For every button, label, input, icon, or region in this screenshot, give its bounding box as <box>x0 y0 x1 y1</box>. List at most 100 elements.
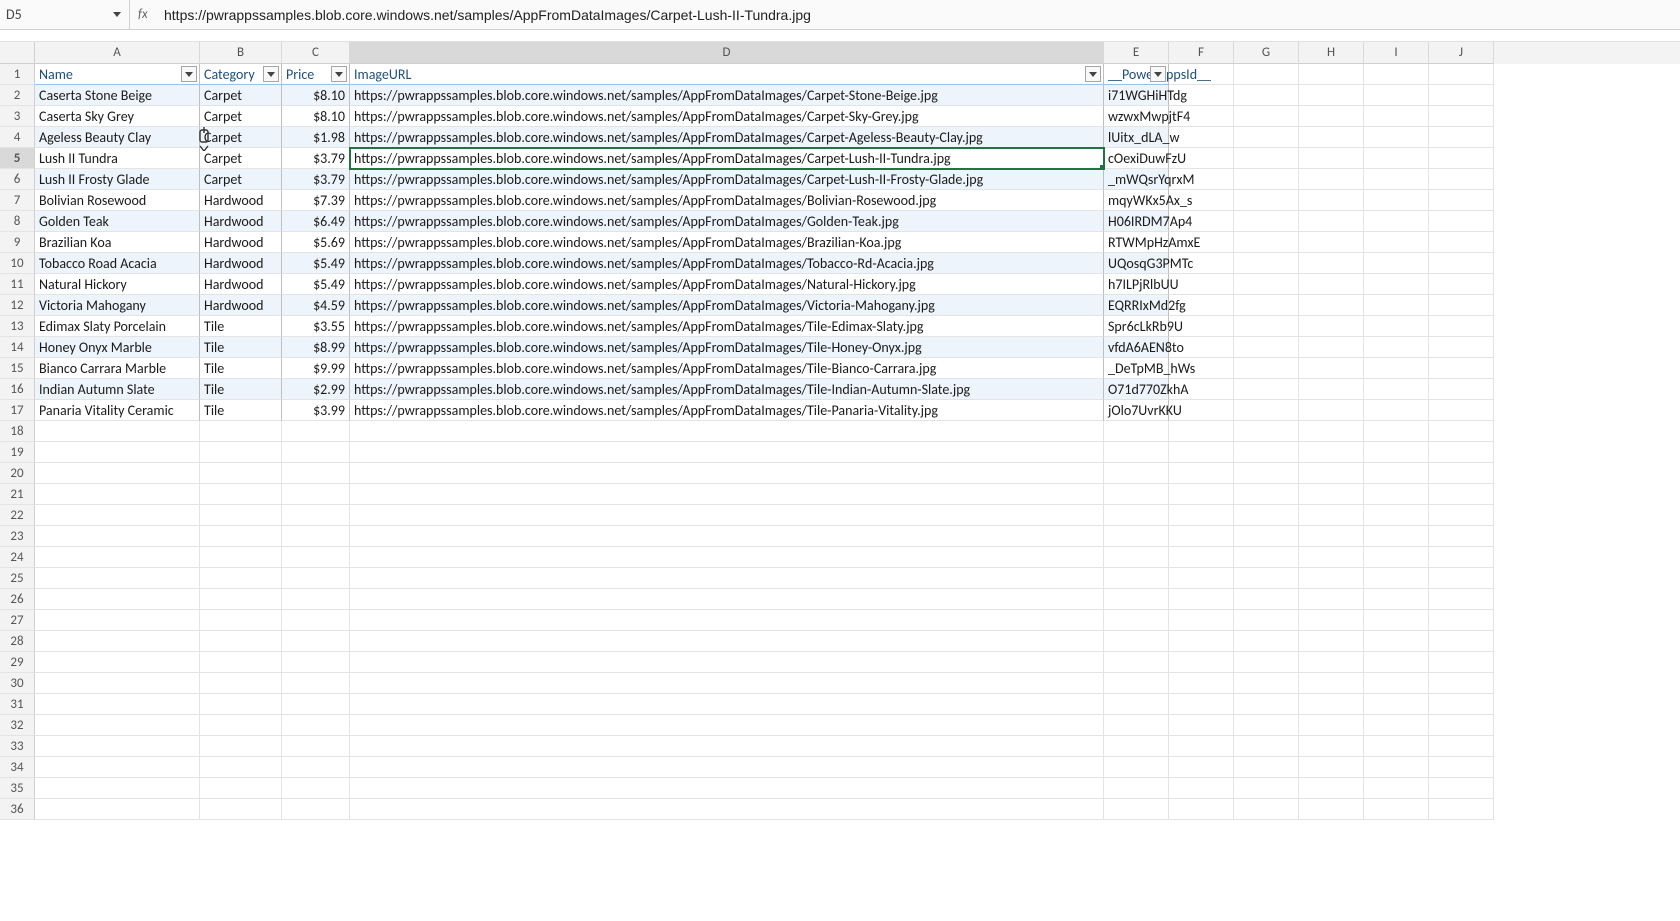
cell-C5[interactable]: $3.79 <box>282 148 350 169</box>
cell-A18[interactable] <box>35 421 200 442</box>
cell-D4[interactable]: https://pwrappssamples.blob.core.windows… <box>350 127 1104 148</box>
cell-C8[interactable]: $6.49 <box>282 211 350 232</box>
cell-D27[interactable] <box>350 610 1104 631</box>
cell-B9[interactable]: Hardwood <box>200 232 282 253</box>
cell-C14[interactable]: $8.99 <box>282 337 350 358</box>
cell-F23[interactable] <box>1169 526 1234 547</box>
row-header[interactable]: 17 <box>0 400 35 421</box>
column-header-B[interactable]: B <box>200 42 282 64</box>
column-header-A[interactable]: A <box>35 42 200 64</box>
cell-A3[interactable]: Caserta Sky Grey <box>35 106 200 127</box>
cell-E17[interactable]: jOlo7UvrKKU <box>1104 400 1169 421</box>
cell-G27[interactable] <box>1234 610 1299 631</box>
cell-D36[interactable] <box>350 799 1104 820</box>
cell-G12[interactable] <box>1234 295 1299 316</box>
cell-D34[interactable] <box>350 757 1104 778</box>
cell-I14[interactable] <box>1364 337 1429 358</box>
cell-A5[interactable]: Lush II Tundra <box>35 148 200 169</box>
cell-J22[interactable] <box>1429 505 1494 526</box>
cell-G17[interactable] <box>1234 400 1299 421</box>
cell-A12[interactable]: Victoria Mahogany <box>35 295 200 316</box>
cell-F29[interactable] <box>1169 652 1234 673</box>
cell-C7[interactable]: $7.39 <box>282 190 350 211</box>
cell-I32[interactable] <box>1364 715 1429 736</box>
row-header[interactable]: 6 <box>0 169 35 190</box>
cell-H27[interactable] <box>1299 610 1364 631</box>
cell-E10[interactable]: UQosqG3PMTc <box>1104 253 1169 274</box>
cell-A28[interactable] <box>35 631 200 652</box>
row-header[interactable]: 20 <box>0 463 35 484</box>
cell-J16[interactable] <box>1429 379 1494 400</box>
cell-C23[interactable] <box>282 526 350 547</box>
cell-D25[interactable] <box>350 568 1104 589</box>
cell-G9[interactable] <box>1234 232 1299 253</box>
cell-I20[interactable] <box>1364 463 1429 484</box>
cell-E22[interactable] <box>1104 505 1169 526</box>
header-powerappsid[interactable]: __PowerAppsId__ <box>1104 64 1169 85</box>
cell-C16[interactable]: $2.99 <box>282 379 350 400</box>
cell-J33[interactable] <box>1429 736 1494 757</box>
cell-E25[interactable] <box>1104 568 1169 589</box>
cell-A20[interactable] <box>35 463 200 484</box>
cell-A8[interactable]: Golden Teak <box>35 211 200 232</box>
cell-E28[interactable] <box>1104 631 1169 652</box>
cell-G13[interactable] <box>1234 316 1299 337</box>
cell-H28[interactable] <box>1299 631 1364 652</box>
cell-I30[interactable] <box>1364 673 1429 694</box>
cell-A14[interactable]: Honey Onyx Marble <box>35 337 200 358</box>
filter-button-powerappsid[interactable] <box>1150 66 1166 82</box>
cell-H23[interactable] <box>1299 526 1364 547</box>
cell-H4[interactable] <box>1299 127 1364 148</box>
cell-I35[interactable] <box>1364 778 1429 799</box>
cell-B10[interactable]: Hardwood <box>200 253 282 274</box>
cell-I16[interactable] <box>1364 379 1429 400</box>
cell-F12[interactable] <box>1169 295 1234 316</box>
cell-H17[interactable] <box>1299 400 1364 421</box>
cell-E20[interactable] <box>1104 463 1169 484</box>
cell-I9[interactable] <box>1364 232 1429 253</box>
cell-B7[interactable]: Hardwood <box>200 190 282 211</box>
cell-G29[interactable] <box>1234 652 1299 673</box>
cell-J35[interactable] <box>1429 778 1494 799</box>
cell-I6[interactable] <box>1364 169 1429 190</box>
cell-G16[interactable] <box>1234 379 1299 400</box>
cell-G33[interactable] <box>1234 736 1299 757</box>
cell-E23[interactable] <box>1104 526 1169 547</box>
cell-C15[interactable]: $9.99 <box>282 358 350 379</box>
cell-A11[interactable]: Natural Hickory <box>35 274 200 295</box>
cell-H9[interactable] <box>1299 232 1364 253</box>
row-header[interactable]: 28 <box>0 631 35 652</box>
cell-G14[interactable] <box>1234 337 1299 358</box>
row-header[interactable]: 7 <box>0 190 35 211</box>
cell-I10[interactable] <box>1364 253 1429 274</box>
cell-I13[interactable] <box>1364 316 1429 337</box>
cell-B29[interactable] <box>200 652 282 673</box>
cell-G8[interactable] <box>1234 211 1299 232</box>
cell-C12[interactable]: $4.59 <box>282 295 350 316</box>
cell-D22[interactable] <box>350 505 1104 526</box>
cell-J30[interactable] <box>1429 673 1494 694</box>
cell-I25[interactable] <box>1364 568 1429 589</box>
cell-C19[interactable] <box>282 442 350 463</box>
cell-G25[interactable] <box>1234 568 1299 589</box>
cell-A4[interactable]: Ageless Beauty Clay <box>35 127 200 148</box>
cell-F33[interactable] <box>1169 736 1234 757</box>
cell-I24[interactable] <box>1364 547 1429 568</box>
cell-C11[interactable]: $5.49 <box>282 274 350 295</box>
cell-A32[interactable] <box>35 715 200 736</box>
cell-A13[interactable]: Edimax Slaty Porcelain <box>35 316 200 337</box>
cell-H18[interactable] <box>1299 421 1364 442</box>
cell-D13[interactable]: https://pwrappssamples.blob.core.windows… <box>350 316 1104 337</box>
column-header-F[interactable]: F <box>1169 42 1234 64</box>
cell-H10[interactable] <box>1299 253 1364 274</box>
cell-H31[interactable] <box>1299 694 1364 715</box>
row-header[interactable]: 35 <box>0 778 35 799</box>
cell-F25[interactable] <box>1169 568 1234 589</box>
cell-G18[interactable] <box>1234 421 1299 442</box>
cell-H30[interactable] <box>1299 673 1364 694</box>
cell-B21[interactable] <box>200 484 282 505</box>
cell-F31[interactable] <box>1169 694 1234 715</box>
cell-J29[interactable] <box>1429 652 1494 673</box>
select-all-corner[interactable] <box>0 42 35 64</box>
cell-H34[interactable] <box>1299 757 1364 778</box>
